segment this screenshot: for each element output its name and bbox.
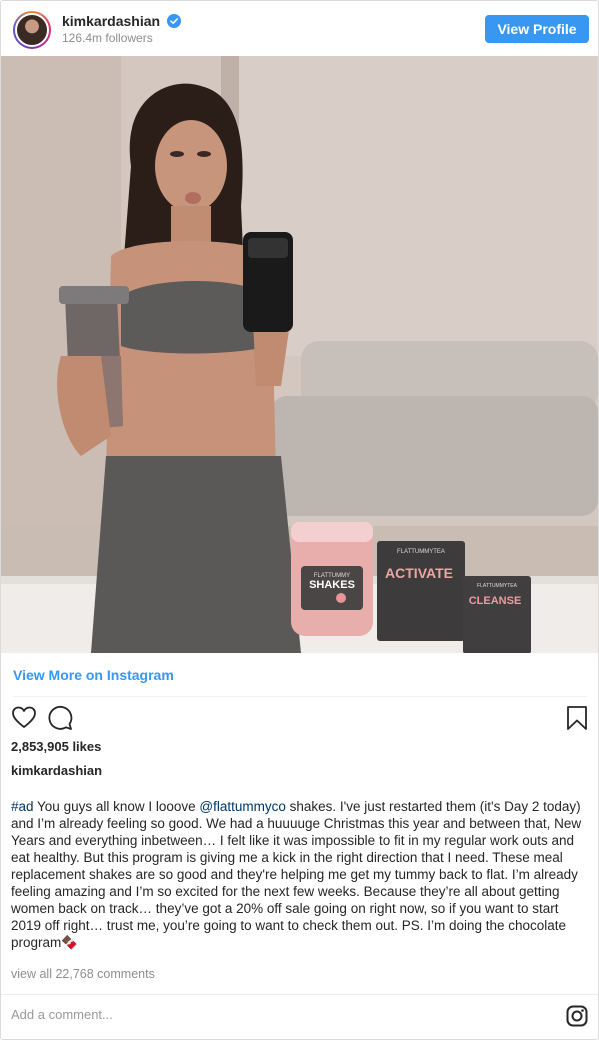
- divider: [13, 696, 587, 697]
- caption-hashtag[interactable]: #ad: [11, 799, 34, 814]
- followers-count: 126.4m followers: [62, 31, 153, 45]
- view-all-comments-link[interactable]: view all 22,768 comments: [11, 967, 155, 981]
- caption-text: #ad You guys all know I looove @flattumm…: [11, 798, 589, 951]
- caption-part2: shakes. I've just restarted them (it's D…: [11, 799, 582, 950]
- view-profile-button[interactable]: View Profile: [485, 15, 589, 43]
- instagram-embed-card: kimkardashian 126.4m followers View Prof…: [0, 0, 599, 1040]
- activate-brand: FLATTUMMYTEA: [397, 549, 445, 555]
- shakes-label: SHAKES: [309, 579, 355, 591]
- divider: [1, 994, 598, 995]
- cleanse-label: CLEANSE: [469, 595, 522, 607]
- cleanse-brand: FLATTUMMYTEA: [477, 583, 518, 589]
- bookmark-icon[interactable]: [566, 705, 588, 731]
- caption-part1: You guys all know I looove: [33, 799, 200, 814]
- avatar-image: [15, 13, 49, 47]
- view-more-link[interactable]: View More on Instagram: [13, 667, 174, 683]
- caption-username[interactable]: kimkardashian: [11, 763, 102, 778]
- add-comment-input[interactable]: [11, 1007, 531, 1022]
- photo-illustration: FLATTUMMY SHAKES FLATTUMMYTEA ACTIVATE F…: [1, 56, 598, 653]
- verified-badge-icon: [167, 14, 181, 28]
- post-header: kimkardashian 126.4m followers View Prof…: [1, 1, 598, 56]
- likes-count[interactable]: 2,853,905 likes: [11, 739, 101, 754]
- username[interactable]: kimkardashian: [62, 13, 160, 29]
- comment-icon[interactable]: [47, 705, 73, 731]
- avatar[interactable]: [13, 11, 51, 49]
- post-photo[interactable]: FLATTUMMY SHAKES FLATTUMMYTEA ACTIVATE F…: [1, 56, 598, 653]
- activate-label: ACTIVATE: [385, 565, 453, 581]
- caption-mention[interactable]: @flattummyco: [199, 799, 285, 814]
- instagram-icon[interactable]: [566, 1005, 588, 1027]
- heart-icon[interactable]: [11, 705, 37, 731]
